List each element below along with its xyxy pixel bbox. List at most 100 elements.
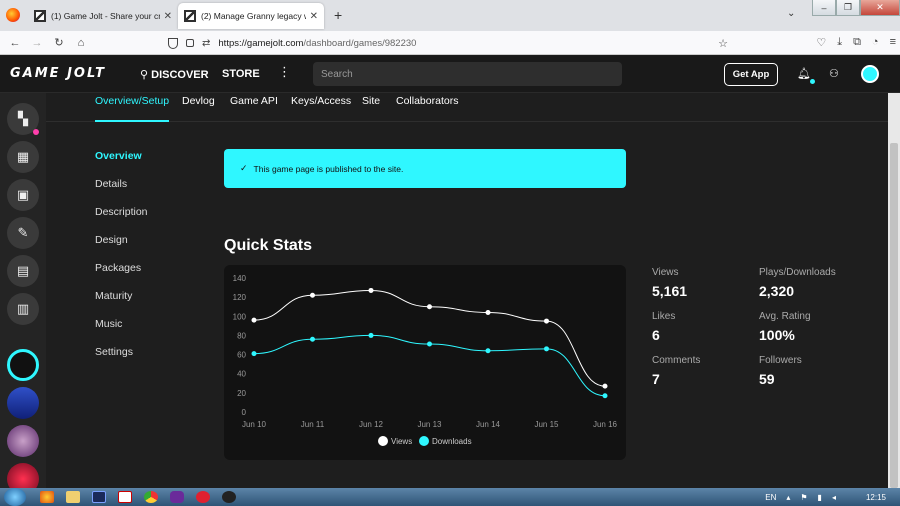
sidenav-maturity[interactable]: Maturity — [95, 290, 132, 302]
tab-devlog[interactable]: Devlog — [182, 95, 215, 122]
bookmark-star-icon[interactable]: ☆ — [718, 37, 728, 50]
minimize-button[interactable]: – — [812, 0, 836, 16]
windows-taskbar: EN ▴ ⚑ ▮ ◂ 12:15 — [0, 488, 900, 506]
sidenav-overview[interactable]: Overview — [95, 150, 142, 162]
page-scrollbar[interactable] — [888, 93, 900, 488]
firefox-taskbar-icon[interactable] — [40, 491, 54, 503]
more-vertical-icon[interactable]: ⋮ — [278, 64, 291, 80]
maximize-button[interactable]: ❐ — [836, 0, 860, 16]
url-host: https://gamejolt.com — [218, 37, 304, 49]
community-avatar-1[interactable] — [7, 349, 39, 381]
stat-value-followers: 59 — [759, 371, 775, 387]
stat-label-comments: Comments — [652, 355, 701, 366]
app2-taskbar-icon[interactable] — [222, 491, 236, 503]
browser-tab-1[interactable]: (1) Game Jolt - Share your creati ✕ — [28, 3, 178, 29]
pocket-icon[interactable]: ♡ — [816, 36, 826, 49]
flag-icon[interactable]: ⚑ — [800, 493, 807, 502]
new-tab-button[interactable]: + — [334, 7, 342, 23]
legend-label-downloads: Downloads — [432, 437, 472, 446]
lock-icon[interactable] — [186, 39, 194, 47]
extensions-icon[interactable]: ⧉ — [853, 36, 861, 49]
x-tick-label: Jun 10 — [242, 420, 267, 429]
stat-value-views: 5,161 — [652, 283, 688, 299]
browser-tab-2[interactable]: (2) Manage Granny legacy wea ✕ — [178, 3, 324, 29]
tab-close-icon[interactable]: ✕ — [164, 11, 172, 22]
data-point-downloads — [368, 332, 374, 338]
library-icon[interactable]: ▥ — [7, 293, 39, 325]
sidenav-design[interactable]: Design — [95, 234, 128, 246]
tab-site[interactable]: Site — [362, 95, 380, 122]
scrollbar-thumb[interactable] — [890, 143, 898, 488]
get-app-button[interactable]: Get App — [724, 63, 778, 86]
search-input[interactable] — [313, 62, 622, 86]
account-icon[interactable]: ◔ — [872, 36, 879, 49]
gamejolt-favicon-icon — [34, 10, 46, 22]
data-point-downloads — [602, 393, 608, 399]
rail-notification-dot — [33, 129, 39, 135]
sidenav-description[interactable]: Description — [95, 206, 148, 218]
stat-value-likes: 6 — [652, 327, 660, 343]
data-point-views — [485, 309, 491, 315]
tab-collaborators[interactable]: Collaborators — [396, 95, 458, 122]
home-icon[interactable]: ⌂ — [70, 37, 92, 49]
y-tick-label: 100 — [233, 312, 247, 321]
sidenav-details[interactable]: Details — [95, 178, 127, 190]
explorer-taskbar-icon[interactable] — [66, 491, 80, 503]
firefox-icon[interactable] — [6, 8, 20, 22]
stat-label-rating: Avg. Rating — [759, 311, 811, 322]
notification-dot — [810, 79, 815, 84]
store-link[interactable]: STORE — [222, 68, 260, 80]
line-chart-svg: 0 20 40 60 80 100 120 140 Jun 10 Jun 11 Jun 12 Jun … — [233, 274, 618, 446]
clock[interactable]: 12:15 — [866, 493, 886, 502]
downloads-icon[interactable]: ⤓ — [837, 36, 842, 49]
menu-icon[interactable]: ≡ — [890, 36, 896, 49]
backpack-icon[interactable]: ▣ — [7, 179, 39, 211]
sidenav-packages[interactable]: Packages — [95, 262, 141, 274]
url-bar[interactable]: ⇄ https://gamejolt.com/dashboard/games/9… — [168, 34, 728, 52]
list-tabs-chevron-icon[interactable]: ⌄ — [787, 8, 795, 19]
stat-label-plays: Plays/Downloads — [759, 267, 836, 278]
notifications-bell-icon[interactable]: 🔔︎ — [797, 67, 811, 80]
chat-icon[interactable]: ▤ — [7, 255, 39, 287]
tab-game-api[interactable]: Game API — [230, 95, 278, 122]
stat-label-likes: Likes — [652, 311, 676, 322]
x-tick-label: Jun 11 — [301, 420, 325, 429]
friends-icon[interactable]: ⚇ — [829, 67, 839, 80]
chrome-taskbar-icon[interactable] — [144, 491, 158, 503]
quick-stats-title: Quick Stats — [224, 237, 313, 254]
x-tick-label: Jun 15 — [534, 420, 559, 429]
tab-overview-setup[interactable]: Overview/Setup — [95, 95, 170, 122]
data-point-downloads — [251, 351, 257, 357]
reload-icon[interactable]: ↻ — [48, 36, 70, 49]
store-icon[interactable]: ▦ — [7, 141, 39, 173]
app-taskbar-icon[interactable] — [170, 491, 184, 503]
user-avatar[interactable] — [861, 65, 879, 83]
quest-icon[interactable]: ✎ — [7, 217, 39, 249]
community-avatar-3[interactable] — [7, 425, 39, 457]
photoshop-taskbar-icon[interactable] — [92, 491, 106, 503]
acrobat-taskbar-icon[interactable] — [118, 491, 132, 503]
tab-close-icon[interactable]: ✕ — [310, 11, 318, 22]
language-indicator[interactable]: EN — [765, 493, 776, 502]
sidenav-music[interactable]: Music — [95, 318, 122, 330]
forward-arrow-icon[interactable]: → — [26, 37, 48, 49]
data-point-downloads — [544, 346, 549, 352]
volume-icon[interactable]: ◂ — [832, 493, 836, 502]
tracking-shield-icon[interactable] — [168, 37, 178, 49]
tab-keys-access[interactable]: Keys/Access — [291, 95, 351, 122]
gamejolt-logo[interactable]: GAME JOLT — [10, 66, 106, 81]
banner-text: This game page is published to the site. — [253, 163, 404, 174]
close-window-button[interactable]: ✕ — [860, 0, 900, 16]
community-avatar-2[interactable] — [7, 387, 39, 419]
network-icon[interactable]: ▮ — [818, 493, 822, 502]
permissions-icon[interactable]: ⇄ — [202, 38, 210, 49]
discover-link[interactable]: ⚲ DISCOVER — [140, 68, 209, 81]
back-arrow-icon[interactable]: ← — [4, 37, 26, 49]
opera-taskbar-icon[interactable] — [196, 491, 210, 503]
tray-arrow-icon[interactable]: ▴ — [786, 493, 790, 502]
browser-navbar: ← → ↻ ⌂ ⇄ https://gamejolt.com/dashboard… — [0, 31, 900, 55]
start-button[interactable] — [4, 488, 26, 506]
y-tick-label: 0 — [242, 408, 247, 417]
sidenav-settings[interactable]: Settings — [95, 346, 133, 358]
data-point-views — [251, 317, 257, 323]
